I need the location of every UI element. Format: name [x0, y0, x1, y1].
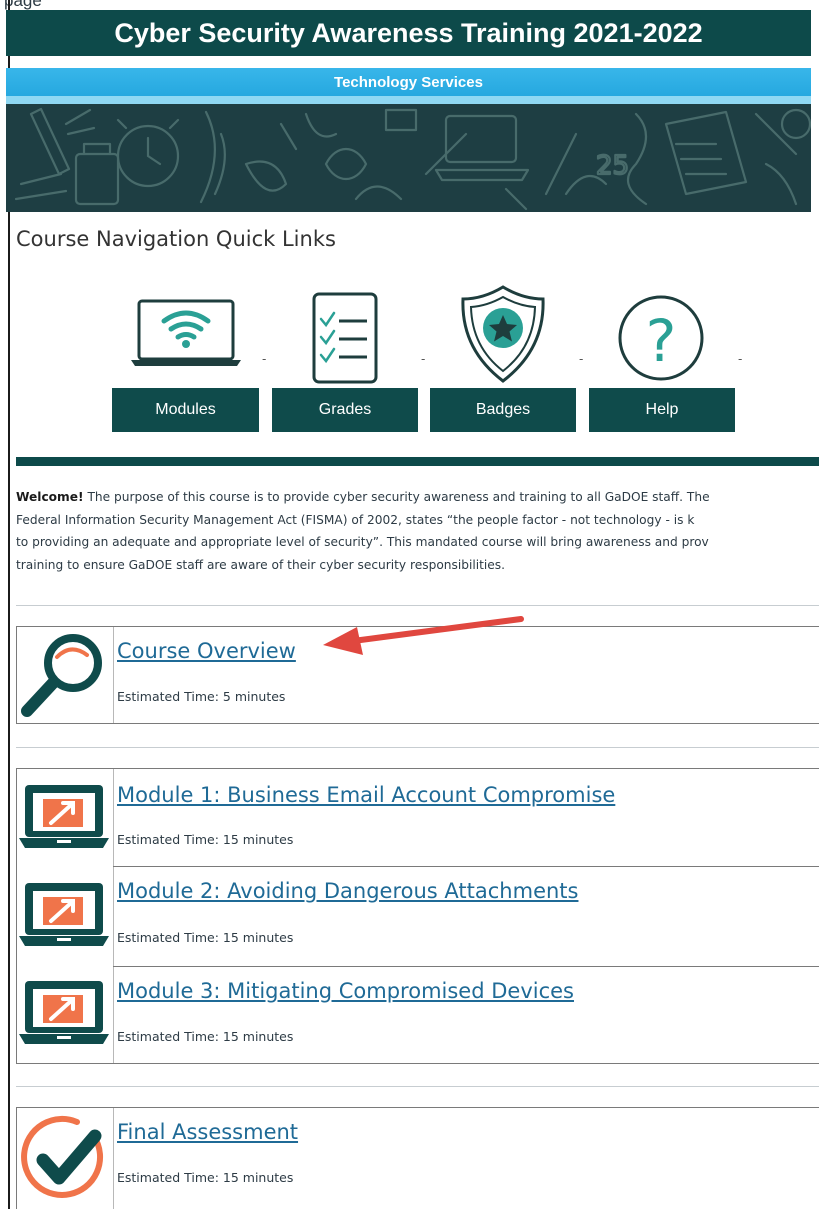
row-divider: [113, 966, 819, 967]
section-divider: [16, 457, 819, 466]
question-circle-icon[interactable]: ?: [613, 295, 709, 385]
banner-light-band: [6, 96, 811, 104]
module-2-link[interactable]: Module 2: Avoiding Dangerous Attachments: [117, 879, 578, 903]
welcome-line-2: Federal Information Security Management …: [16, 512, 695, 527]
divider-line: [16, 605, 819, 606]
welcome-line-3: to providing an adequate and appropriate…: [16, 535, 709, 549]
separator-3: -: [579, 352, 584, 366]
welcome-text: Welcome! The purpose of this course is t…: [16, 486, 819, 576]
module-3-link[interactable]: Module 3: Mitigating Compromised Devices: [117, 979, 574, 1003]
divider-line: [16, 747, 819, 748]
course-overview-row: Course Overview Estimated Time: 5 minute…: [16, 616, 819, 724]
help-button[interactable]: Help: [589, 388, 735, 432]
modules-table: Module 1: Business Email Account Comprom…: [16, 768, 819, 1064]
final-assessment-link[interactable]: Final Assessment: [117, 1120, 298, 1144]
course-overview-link[interactable]: Course Overview: [117, 639, 296, 663]
separator-1: -: [262, 352, 267, 366]
overview-icon-cell: [17, 627, 114, 723]
module-3-estimated-time: Estimated Time: 15 minutes: [117, 1029, 294, 1044]
school-doodles-illustration: 25: [14, 107, 811, 211]
laptop-wifi-icon[interactable]: [131, 298, 243, 374]
shield-star-icon[interactable]: [459, 284, 547, 388]
magnifier-icon: [21, 634, 102, 717]
module-2-estimated-time: Estimated Time: 15 minutes: [117, 930, 294, 945]
welcome-bold: Welcome!: [16, 490, 84, 504]
laptop-arrow-icon: [19, 981, 109, 1044]
row-divider: [113, 866, 819, 867]
svg-text:?: ?: [646, 307, 677, 375]
separator-2: -: [421, 352, 426, 366]
checklist-icon[interactable]: [311, 291, 379, 389]
course-title: Cyber Security Awareness Training 2021-2…: [114, 18, 703, 48]
laptop-arrow-icon: [19, 883, 109, 946]
grades-button[interactable]: Grades: [272, 388, 418, 432]
svg-text:25: 25: [596, 151, 629, 181]
final-icon-cell: [17, 1108, 114, 1209]
separator-4: -: [738, 352, 743, 366]
quick-links-heading: Course Navigation Quick Links: [16, 227, 336, 251]
final-assessment-row: Final Assessment Estimated Time: 15 minu…: [16, 1107, 819, 1209]
welcome-line-1: The purpose of this course is to provide…: [83, 490, 710, 504]
divider-line: [16, 1086, 819, 1087]
red-arrow-annotation: [323, 616, 524, 655]
badges-button[interactable]: Badges: [430, 388, 576, 432]
final-estimated-time: Estimated Time: 15 minutes: [117, 1170, 294, 1185]
welcome-line-4: training to ensure GaDOE staff are aware…: [16, 557, 506, 572]
technology-services-banner: Technology Services 25: [6, 68, 811, 212]
laptop-arrow-icon: [19, 785, 109, 848]
overview-estimated-time: Estimated Time: 5 minutes: [117, 689, 286, 704]
modules-button[interactable]: Modules: [112, 388, 259, 432]
checkmark-circle-icon: [21, 1115, 104, 1198]
module-1-estimated-time: Estimated Time: 15 minutes: [117, 832, 294, 847]
module-1-link[interactable]: Module 1: Business Email Account Comprom…: [117, 783, 615, 807]
course-title-bar: Cyber Security Awareness Training 2021-2…: [6, 10, 811, 56]
